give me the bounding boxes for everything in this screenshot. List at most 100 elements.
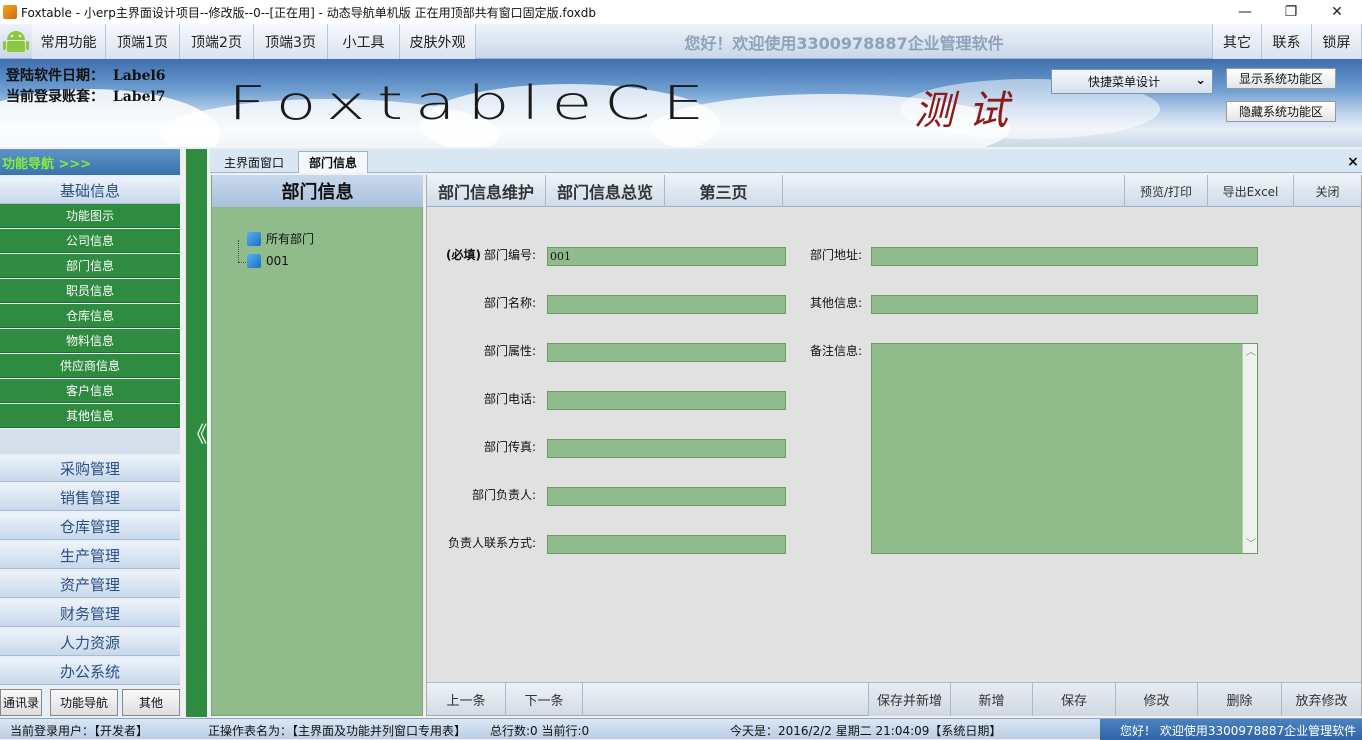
function-nav-button[interactable]: 功能导航 <box>50 689 118 716</box>
quick-menu-label: 快捷菜单设计 <box>1088 75 1161 89</box>
remark-textarea[interactable]: ︿ ﹀ <box>871 343 1258 554</box>
tree-node-label: 所有部门 <box>266 232 315 246</box>
hide-system-area-button[interactable]: 隐藏系统功能区 <box>1226 101 1336 122</box>
nav-category-hr[interactable]: 人力资源 <box>0 629 180 656</box>
menu-common[interactable]: 常用功能 <box>32 24 106 59</box>
nav-category-assets[interactable]: 资产管理 <box>0 571 180 598</box>
dept-fax-field[interactable] <box>547 439 786 458</box>
menu-contact[interactable]: 联系 <box>1262 24 1312 59</box>
subtab-overview[interactable]: 部门信息总览 <box>546 175 665 207</box>
status-welcome: 您好！ 欢迎使用3300978887企业管理软件 <box>1100 719 1362 740</box>
status-user: 当前登录用户：【开发者】 <box>10 724 149 738</box>
minimize-button[interactable]: — <box>1222 0 1268 24</box>
scroll-down-icon[interactable]: ﹀ <box>1246 536 1256 553</box>
tab-close-icon[interactable]: × <box>1346 151 1360 173</box>
nav-item-employee[interactable]: 职员信息 <box>0 279 180 303</box>
title-bar: Foxtable - 小erp主界面设计项目--修改版--0--[正在用] - … <box>0 0 1362 24</box>
nav-category-office[interactable]: 办公系统 <box>0 658 180 685</box>
nav-category-sales[interactable]: 销售管理 <box>0 484 180 511</box>
discard-changes-button[interactable]: 放弃修改 <box>1281 683 1361 716</box>
menu-other[interactable]: 其它 <box>1212 24 1262 59</box>
window-title: Foxtable - 小erp主界面设计项目--修改版--0--[正在用] - … <box>21 5 596 20</box>
tree-node-all[interactable]: 所有部门 <box>247 230 314 247</box>
nav-item-department[interactable]: 部门信息 <box>0 254 180 278</box>
nav-item-function-diagram[interactable]: 功能图示 <box>0 204 180 228</box>
nav-category-warehouse[interactable]: 仓库管理 <box>0 513 180 540</box>
double-chevron-left-icon: 《 <box>185 423 208 448</box>
close-window-button[interactable]: ✕ <box>1314 0 1360 24</box>
tree-panel <box>211 175 423 716</box>
nav-category-basic[interactable]: 基础信息 <box>0 177 180 204</box>
account-label: 当前登录账套： <box>6 89 104 105</box>
tab-department-info[interactable]: 部门信息 <box>298 151 368 173</box>
new-button[interactable]: 新增 <box>950 683 1032 716</box>
android-icon <box>2 27 30 55</box>
menu-lock[interactable]: 锁屏 <box>1312 24 1362 59</box>
maximize-button[interactable]: ❐ <box>1268 0 1314 24</box>
prev-record-button[interactable]: 上一条 <box>427 683 505 716</box>
action-bar: 上一条 下一条 保存并新增 新增 保存 修改 删除 放弃修改 <box>427 682 1361 716</box>
login-date-value: Label6 <box>112 68 166 84</box>
status-rows: 总行数:0 当前行:0 <box>490 724 590 738</box>
subtab-maintain[interactable]: 部门信息维护 <box>427 175 546 207</box>
welcome-text: 您好！欢迎使用3300978887企业管理软件 <box>684 33 1004 53</box>
menu-top-page1[interactable]: 顶端1页 <box>106 24 180 59</box>
other-button[interactable]: 其他 <box>122 689 180 716</box>
export-excel-button[interactable]: 导出Excel <box>1207 175 1293 207</box>
menu-tools[interactable]: 小工具 <box>328 24 400 59</box>
save-and-new-button[interactable]: 保存并新增 <box>868 683 950 716</box>
banner-test-text: 测试 <box>914 88 1022 134</box>
nav-item-company[interactable]: 公司信息 <box>0 229 180 253</box>
dept-fax-label: 部门传真: <box>484 440 537 454</box>
account-value: Label7 <box>112 89 166 105</box>
nav-item-warehouse[interactable]: 仓库信息 <box>0 304 180 328</box>
nav-item-material[interactable]: 物料信息 <box>0 329 180 353</box>
nav-category-production[interactable]: 生产管理 <box>0 542 180 569</box>
tree-node-001[interactable]: 001 <box>247 254 289 268</box>
save-button[interactable]: 保存 <box>1032 683 1115 716</box>
menu-top-page3[interactable]: 顶端3页 <box>254 24 328 59</box>
tab-main-window[interactable]: 主界面窗口 <box>214 151 294 173</box>
show-system-area-button[interactable]: 显示系统功能区 <box>1226 68 1336 89</box>
nav-category-finance[interactable]: 财务管理 <box>0 600 180 627</box>
tree-line <box>238 240 239 262</box>
menu-top-page2[interactable]: 顶端2页 <box>180 24 254 59</box>
other-info-label: 其他信息: <box>810 296 863 310</box>
nav-category-purchase[interactable]: 采购管理 <box>0 455 180 482</box>
head-contact-field[interactable] <box>547 535 786 554</box>
remark-scrollbar[interactable]: ︿ ﹀ <box>1242 344 1257 553</box>
other-info-field[interactable] <box>871 295 1258 314</box>
close-form-button[interactable]: 关闭 <box>1293 175 1361 207</box>
dept-attr-field[interactable] <box>547 343 786 362</box>
edit-button[interactable]: 修改 <box>1115 683 1197 716</box>
scroll-up-icon[interactable]: ︿ <box>1246 344 1256 361</box>
nav-item-supplier[interactable]: 供应商信息 <box>0 354 180 378</box>
tree-title: 部门信息 <box>212 175 423 207</box>
node-icon <box>247 254 261 268</box>
head-contact-label: 负责人联系方式: <box>448 536 537 550</box>
dept-no-field[interactable]: 001 <box>547 247 786 266</box>
required-marker: (必填) <box>446 248 481 262</box>
dept-phone-field[interactable] <box>547 391 786 410</box>
remark-label: 备注信息: <box>810 344 863 358</box>
quick-menu-dropdown[interactable]: 快捷菜单设计 ⌄ <box>1051 69 1213 94</box>
nav-item-customer[interactable]: 客户信息 <box>0 379 180 403</box>
dept-addr-field[interactable] <box>871 247 1258 266</box>
dept-addr-label: 部门地址: <box>810 248 863 262</box>
nav-header: 功能导航 >>> <box>0 149 180 175</box>
subtab-page3[interactable]: 第三页 <box>665 175 783 207</box>
contacts-button[interactable]: 通讯录 <box>0 689 42 716</box>
status-bar: 当前登录用户：【开发者】 正操作表名为：【主界面及功能并列窗口专用表】 总行数:… <box>0 718 1362 740</box>
menu-skin[interactable]: 皮肤外观 <box>400 24 476 59</box>
app-icon <box>3 5 17 19</box>
status-table: 正操作表名为：【主界面及功能并列窗口专用表】 <box>208 724 467 738</box>
collapse-splitter[interactable]: 《 <box>185 149 208 717</box>
dept-attr-label: 部门属性: <box>484 344 537 358</box>
preview-print-button[interactable]: 预览/打印 <box>1124 175 1207 207</box>
dept-head-field[interactable] <box>547 487 786 506</box>
nav-item-other[interactable]: 其他信息 <box>0 404 180 428</box>
tree-line-branch <box>238 262 246 263</box>
delete-button[interactable]: 删除 <box>1197 683 1281 716</box>
next-record-button[interactable]: 下一条 <box>505 683 583 716</box>
dept-name-field[interactable] <box>547 295 786 314</box>
